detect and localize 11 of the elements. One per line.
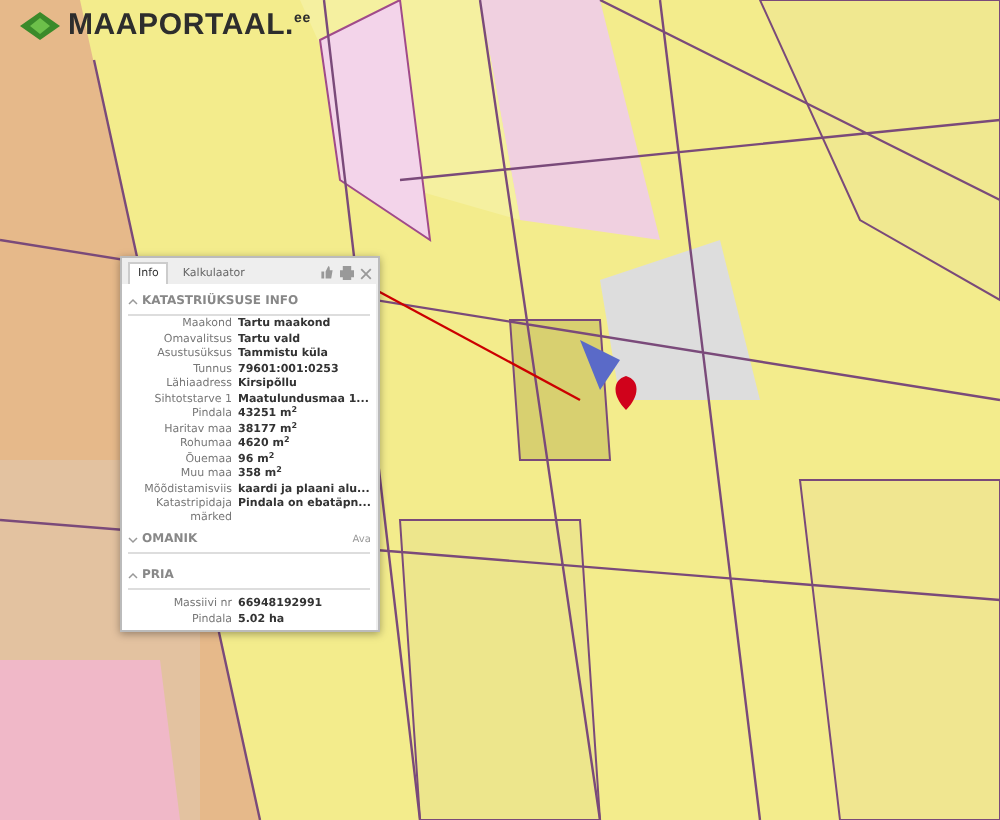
logo-text: MAAPORTAAL.$^{ee}$ bbox=[68, 8, 311, 42]
chevron-icon bbox=[128, 535, 138, 543]
thumbs-up-icon[interactable] bbox=[320, 266, 334, 280]
print-icon[interactable] bbox=[340, 266, 354, 280]
building bbox=[580, 340, 620, 390]
close-icon[interactable] bbox=[360, 267, 372, 279]
logo-icon bbox=[20, 11, 60, 39]
map-pin-icon[interactable] bbox=[615, 376, 637, 410]
scrollbar[interactable] bbox=[376, 284, 378, 630]
chevron-icon bbox=[128, 571, 138, 579]
chevron-icon bbox=[128, 297, 138, 305]
